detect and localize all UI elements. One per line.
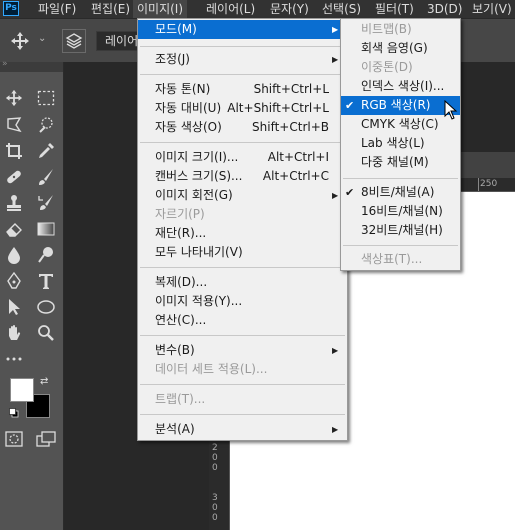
brush-icon[interactable] [34,166,58,188]
auto-select-toggle[interactable] [62,29,86,53]
ruler-label: 250 [480,179,498,189]
chevron-down-icon[interactable]: ⌄ [38,33,46,44]
menu-image[interactable]: 이미지(I) [133,0,188,18]
mode-item-8-bits[interactable]: ✔ 8비트/채널(A) [341,183,460,202]
separator [343,245,458,246]
document-tab[interactable] [459,152,515,178]
mode-submenu: 비트맵(B) 회색 음영(G) 이중톤(D) 인덱스 색상(I)... ✔ RG… [340,18,461,271]
menu-select[interactable]: 선택(S) [322,0,361,18]
path-select-icon[interactable] [2,296,26,318]
separator [140,74,345,75]
menu-item-variables[interactable]: 변수(B) ▶ [138,341,347,360]
zoom-icon[interactable] [34,322,58,344]
type-icon[interactable] [34,270,58,292]
menu-item-auto-contrast[interactable]: 자동 대비(U) Alt+Shift+Ctrl+L [138,99,347,118]
quick-select-icon[interactable] [34,114,58,136]
mode-item-color-table: 색상표(T)... [361,252,423,266]
mode-item-bitmap: 비트맵(B) [361,22,412,36]
menu-item-image-size[interactable]: 이미지 크기(I)... Alt+Ctrl+I [138,148,347,167]
ruler-label: 2 [212,443,218,453]
mode-item-multichannel[interactable]: 다중 채널(M) [341,153,460,172]
menu-item-auto-color[interactable]: 자동 색상(O) Shift+Ctrl+B [138,118,347,137]
mode-item-indexed-color[interactable]: 인덱스 색상(I)... [341,77,460,96]
gradient-icon[interactable] [34,218,58,240]
screen-mode-icon[interactable] [34,428,58,450]
menu-layer[interactable]: 레이어(L) [206,0,255,18]
hand-icon[interactable] [2,322,26,344]
mode-item-rgb-color[interactable]: ✔ RGB 색상(R) [341,96,460,115]
ruler-label: 3 [212,493,218,503]
menu-item-auto-tone[interactable]: 자동 톤(N) Shift+Ctrl+L [138,80,347,99]
menu-filter[interactable]: 필터(T) [375,0,414,18]
photoshop-logo: Ps [3,1,19,16]
menu-type[interactable]: 문자(Y) [270,0,309,18]
menu-item-trim[interactable]: 재단(R)... [138,224,347,243]
tools-panel: » ⇄ [0,59,64,530]
horizontal-ruler: 250 [460,178,515,192]
menu-item-calculations[interactable]: 연산(C)... [138,311,347,330]
image-menu: 모드(M) ▶ 조정(J) ▶ 자동 톤(N) Shift+Ctrl+L 자동 대비(… [137,18,348,441]
separator [140,46,345,47]
mode-item-grayscale[interactable]: 회색 음영(G) [341,39,460,58]
menu-item-analysis[interactable]: 분석(A) ▶ [138,420,347,439]
menu-item-trap: 트랩(T)... [155,392,206,406]
separator [140,335,345,336]
ruler-label: 0 [212,463,218,473]
ruler-label: 0 [212,453,218,463]
dodge-icon[interactable] [34,244,58,266]
healing-brush-icon[interactable] [2,166,26,188]
mode-item-16-bits[interactable]: 16비트/채널(N) [341,202,460,221]
checkmark-icon: ✔ [345,186,355,199]
separator [140,267,345,268]
mode-item-cmyk-color[interactable]: CMYK 색상(C) [341,115,460,134]
pen-icon[interactable] [2,270,26,292]
eyedropper-icon[interactable] [34,140,58,162]
foreground-color-swatch[interactable] [10,378,34,402]
separator [140,384,345,385]
menu-item-apply-image[interactable]: 이미지 적용(Y)... [138,292,347,311]
ruler-label: 0 [212,503,218,513]
blur-icon[interactable] [2,244,26,266]
checkmark-icon: ✔ [345,99,355,112]
mode-item-duotone: 이중톤(D) [361,60,413,74]
menu-item-duplicate[interactable]: 복제(D)... [138,273,347,292]
clone-stamp-icon[interactable] [2,192,26,214]
menu-item-mode[interactable]: 모드(M) ▶ [138,20,347,39]
move-tool-icon[interactable] [10,31,30,54]
tools-panel-header[interactable]: » [0,59,63,72]
move-icon[interactable] [2,87,26,109]
ruler-label: 0 [212,513,218,523]
crop-icon[interactable] [2,140,26,162]
marquee-icon[interactable] [34,87,58,109]
menu-item-adjustments[interactable]: 조정(J) ▶ [138,50,347,69]
menu-item-canvas-size[interactable]: 캔버스 크기(S)... Alt+Ctrl+C [138,167,347,186]
menu-item-apply-data-set: 데이터 세트 적용(L)... [155,362,268,376]
quick-mask-icon[interactable] [2,428,26,450]
menu-item-image-rotation[interactable]: 이미지 회전(G) ▶ [138,186,347,205]
separator [343,178,458,179]
lasso-icon[interactable] [2,114,26,136]
separator [140,414,345,415]
more-tools-icon[interactable] [2,348,26,370]
swap-colors-icon[interactable]: ⇄ [40,376,48,387]
menu-item-reveal-all[interactable]: 모두 나타내기(V) [138,243,347,262]
mode-item-32-bits[interactable]: 32비트/채널(H) [341,221,460,240]
menu-item-crop: 자르기(P) [155,207,205,221]
layer-select[interactable]: 레이어 [96,31,140,51]
default-colors-icon[interactable] [9,407,19,418]
menu-file[interactable]: 파일(F) [38,0,76,18]
eraser-icon[interactable] [2,218,26,240]
mode-item-lab-color[interactable]: Lab 색상(L) [341,134,460,153]
menu-3d[interactable]: 3D(D) [427,0,462,18]
menu-view[interactable]: 보기(V) [472,0,512,18]
menu-bar: Ps 파일(F) 편집(E) 이미지(I) 레이어(L) 문자(Y) 선택(S)… [0,0,515,18]
history-brush-icon[interactable] [34,192,58,214]
separator [140,142,345,143]
ellipse-icon[interactable] [34,296,58,318]
menu-edit[interactable]: 편집(E) [91,0,130,18]
mouse-cursor-icon [444,99,458,123]
